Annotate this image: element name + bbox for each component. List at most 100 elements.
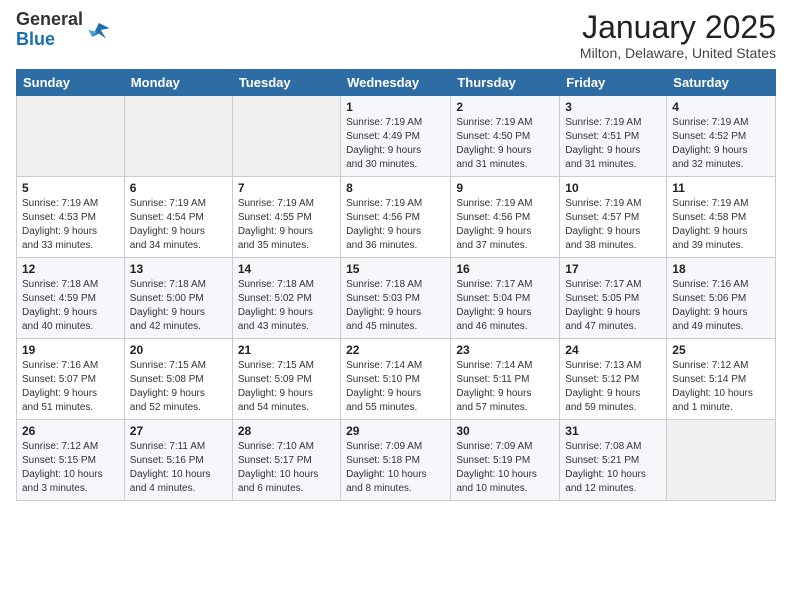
- day-info: Sunrise: 7:19 AMSunset: 4:49 PMDaylight:…: [346, 116, 445, 172]
- table-row: 2Sunrise: 7:19 AMSunset: 4:50 PMDaylight…: [451, 96, 560, 177]
- day-number: 28: [238, 424, 335, 438]
- table-row: 21 Sunrise: 7:15 AMSunset: 5:09 PMDayligh…: [232, 339, 340, 420]
- day-info: Sunrise: 7:19 AMSunset: 4:58 PMDaylight:…: [672, 197, 770, 253]
- day-number: 31: [565, 424, 661, 438]
- table-row: [667, 420, 776, 501]
- day-info: Sunrise: 7:09 AMSunset: 5:19 PMDaylight:…: [456, 440, 554, 496]
- table-row: 13Sunrise: 7:18 AMSunset: 5:00 PMDayligh…: [124, 258, 232, 339]
- calendar-week-row: 12 Sunrise: 7:18 AMSunset: 4:59 PMDayligh…: [17, 258, 776, 339]
- day-info: Sunrise: 7:18 AMSunset: 5:02 PMDaylight:…: [238, 278, 335, 334]
- table-row: 10 Sunrise: 7:19 AMSunset: 4:57 PMDayligh…: [560, 177, 667, 258]
- table-row: 22 Sunrise: 7:14 AMSunset: 5:10 PMDayligh…: [341, 339, 451, 420]
- day-info: Sunrise: 7:19 AMSunset: 4:53 PMDaylight:…: [22, 197, 119, 253]
- day-number: 8: [346, 181, 445, 195]
- day-info: Sunrise: 7:14 AMSunset: 5:10 PMDaylight:…: [346, 359, 445, 415]
- table-row: [17, 96, 125, 177]
- table-row: 25 Sunrise: 7:12 AMSunset: 5:14 PMDayligh…: [667, 339, 776, 420]
- table-row: 27Sunrise: 7:11 AMSunset: 5:16 PMDayligh…: [124, 420, 232, 501]
- day-number: 6: [130, 181, 227, 195]
- day-info: Sunrise: 7:19 AMSunset: 4:54 PMDaylight:…: [130, 197, 227, 253]
- day-info: Sunrise: 7:19 AMSunset: 4:57 PMDaylight:…: [565, 197, 661, 253]
- day-number: 12: [22, 262, 119, 276]
- calendar-week-row: 1 Sunrise: 7:19 AMSunset: 4:49 PMDaylight…: [17, 96, 776, 177]
- day-number: 1: [346, 100, 445, 114]
- day-number: 2: [456, 100, 554, 114]
- header: General Blue January 2025 Milton, Delawa…: [16, 10, 776, 61]
- day-number: 9: [456, 181, 554, 195]
- table-row: 15 Sunrise: 7:18 AMSunset: 5:03 PMDayligh…: [341, 258, 451, 339]
- day-number: 27: [130, 424, 227, 438]
- day-info: Sunrise: 7:15 AMSunset: 5:09 PMDaylight:…: [238, 359, 335, 415]
- table-row: 9 Sunrise: 7:19 AMSunset: 4:56 PMDaylight…: [451, 177, 560, 258]
- table-row: 8 Sunrise: 7:19 AMSunset: 4:56 PMDaylight…: [341, 177, 451, 258]
- day-info: Sunrise: 7:12 AMSunset: 5:15 PMDaylight:…: [22, 440, 119, 496]
- day-number: 17: [565, 262, 661, 276]
- table-row: 5 Sunrise: 7:19 AMSunset: 4:53 PMDaylight…: [17, 177, 125, 258]
- table-row: 4 Sunrise: 7:19 AMSunset: 4:52 PMDaylight…: [667, 96, 776, 177]
- day-number: 18: [672, 262, 770, 276]
- day-number: 20: [130, 343, 227, 357]
- day-number: 24: [565, 343, 661, 357]
- table-row: [232, 96, 340, 177]
- day-info: Sunrise: 7:19 AMSunset: 4:56 PMDaylight:…: [346, 197, 445, 253]
- day-info: Sunrise: 7:17 AMSunset: 5:05 PMDaylight:…: [565, 278, 661, 334]
- month-title: January 2025: [580, 10, 776, 45]
- table-row: 26 Sunrise: 7:12 AMSunset: 5:15 PMDayligh…: [17, 420, 125, 501]
- day-number: 22: [346, 343, 445, 357]
- day-number: 25: [672, 343, 770, 357]
- table-row: 24Sunrise: 7:13 AMSunset: 5:12 PMDayligh…: [560, 339, 667, 420]
- day-number: 19: [22, 343, 119, 357]
- table-row: 3 Sunrise: 7:19 AMSunset: 4:51 PMDaylight…: [560, 96, 667, 177]
- day-number: 23: [456, 343, 554, 357]
- col-sunday: Sunday: [17, 70, 125, 96]
- col-tuesday: Tuesday: [232, 70, 340, 96]
- table-row: 14 Sunrise: 7:18 AMSunset: 5:02 PMDayligh…: [232, 258, 340, 339]
- day-number: 21: [238, 343, 335, 357]
- calendar-week-row: 19 Sunrise: 7:16 AMSunset: 5:07 PMDayligh…: [17, 339, 776, 420]
- day-number: 26: [22, 424, 119, 438]
- day-number: 4: [672, 100, 770, 114]
- day-info: Sunrise: 7:14 AMSunset: 5:11 PMDaylight:…: [456, 359, 554, 415]
- day-number: 29: [346, 424, 445, 438]
- day-info: Sunrise: 7:17 AMSunset: 5:04 PMDaylight:…: [456, 278, 554, 334]
- day-number: 16: [456, 262, 554, 276]
- table-row: 12 Sunrise: 7:18 AMSunset: 4:59 PMDayligh…: [17, 258, 125, 339]
- day-number: 30: [456, 424, 554, 438]
- day-info: Sunrise: 7:18 AMSunset: 5:03 PMDaylight:…: [346, 278, 445, 334]
- day-number: 10: [565, 181, 661, 195]
- day-info: Sunrise: 7:16 AMSunset: 5:06 PMDaylight:…: [672, 278, 770, 334]
- table-row: 1 Sunrise: 7:19 AMSunset: 4:49 PMDaylight…: [341, 96, 451, 177]
- table-row: 7 Sunrise: 7:19 AMSunset: 4:55 PMDaylight…: [232, 177, 340, 258]
- day-info: Sunrise: 7:19 AMSunset: 4:55 PMDaylight:…: [238, 197, 335, 253]
- day-info: Sunrise: 7:18 AMSunset: 5:00 PMDaylight:…: [130, 278, 227, 334]
- day-info: Sunrise: 7:15 AMSunset: 5:08 PMDaylight:…: [130, 359, 227, 415]
- day-info: Sunrise: 7:12 AMSunset: 5:14 PMDaylight:…: [672, 359, 770, 415]
- logo-blue: Blue: [16, 30, 83, 50]
- table-row: 29 Sunrise: 7:09 AMSunset: 5:18 PMDayligh…: [341, 420, 451, 501]
- day-info: Sunrise: 7:19 AMSunset: 4:51 PMDaylight:…: [565, 116, 661, 172]
- calendar-week-row: 5 Sunrise: 7:19 AMSunset: 4:53 PMDaylight…: [17, 177, 776, 258]
- day-number: 15: [346, 262, 445, 276]
- col-friday: Friday: [560, 70, 667, 96]
- table-row: 16 Sunrise: 7:17 AMSunset: 5:04 PMDayligh…: [451, 258, 560, 339]
- table-row: 6 Sunrise: 7:19 AMSunset: 4:54 PMDaylight…: [124, 177, 232, 258]
- day-number: 14: [238, 262, 335, 276]
- day-info: Sunrise: 7:19 AMSunset: 4:52 PMDaylight:…: [672, 116, 770, 172]
- table-row: 20 Sunrise: 7:15 AMSunset: 5:08 PMDayligh…: [124, 339, 232, 420]
- col-wednesday: Wednesday: [341, 70, 451, 96]
- col-monday: Monday: [124, 70, 232, 96]
- title-block: January 2025 Milton, Delaware, United St…: [580, 10, 776, 61]
- day-number: 5: [22, 181, 119, 195]
- day-info: Sunrise: 7:16 AMSunset: 5:07 PMDaylight:…: [22, 359, 119, 415]
- table-row: 30 Sunrise: 7:09 AMSunset: 5:19 PMDayligh…: [451, 420, 560, 501]
- day-info: Sunrise: 7:19 AMSunset: 4:56 PMDaylight:…: [456, 197, 554, 253]
- day-info: Sunrise: 7:18 AMSunset: 4:59 PMDaylight:…: [22, 278, 119, 334]
- calendar-header-row: Sunday Monday Tuesday Wednesday Thursday…: [17, 70, 776, 96]
- logo: General Blue: [16, 10, 113, 50]
- calendar-week-row: 26 Sunrise: 7:12 AMSunset: 5:15 PMDayligh…: [17, 420, 776, 501]
- day-number: 3: [565, 100, 661, 114]
- day-info: Sunrise: 7:09 AMSunset: 5:18 PMDaylight:…: [346, 440, 445, 496]
- day-info: Sunrise: 7:10 AMSunset: 5:17 PMDaylight:…: [238, 440, 335, 496]
- table-row: [124, 96, 232, 177]
- day-number: 7: [238, 181, 335, 195]
